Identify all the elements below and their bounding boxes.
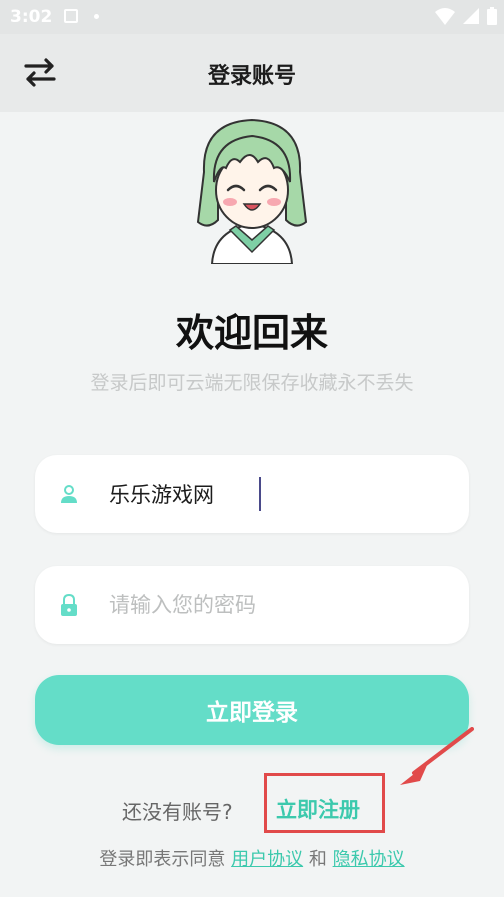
welcome-subtitle: 登录后即可云端无限保存收藏永不丢失: [90, 372, 414, 394]
status-bar: 3:02: [0, 0, 504, 34]
wifi-icon: [434, 8, 455, 25]
terms-line: 登录即表示同意 用户协议 和 隐私协议: [0, 845, 504, 871]
no-account-prompt: 还没有账号?: [122, 800, 233, 824]
lock-icon: [61, 593, 77, 616]
username-input[interactable]: [109, 477, 439, 511]
notification-icon: [64, 9, 78, 23]
privacy-policy-link[interactable]: 隐私协议: [333, 849, 405, 870]
annotation-arrow-icon: [400, 727, 474, 785]
battery-icon: [487, 7, 497, 25]
user-agreement-link[interactable]: 用户协议: [231, 849, 303, 870]
status-time: 3:02: [10, 7, 53, 27]
welcome-title: 欢迎回来: [175, 311, 328, 355]
anime-girl-avatar-icon: [182, 112, 322, 265]
terms-prefix: 登录即表示同意: [99, 849, 226, 870]
signal-icon: [462, 8, 479, 24]
text-caret: [259, 477, 261, 511]
status-icons: [434, 6, 498, 28]
app-bar: 登录账号: [0, 34, 504, 112]
password-field[interactable]: [35, 566, 469, 644]
password-input[interactable]: [109, 588, 439, 622]
terms-and: 和: [308, 849, 327, 870]
user-icon: [61, 485, 77, 503]
register-link[interactable]: 立即注册: [276, 794, 360, 824]
status-dot-icon: [94, 14, 99, 19]
username-field[interactable]: [35, 455, 469, 533]
page-title: 登录账号: [207, 64, 296, 89]
